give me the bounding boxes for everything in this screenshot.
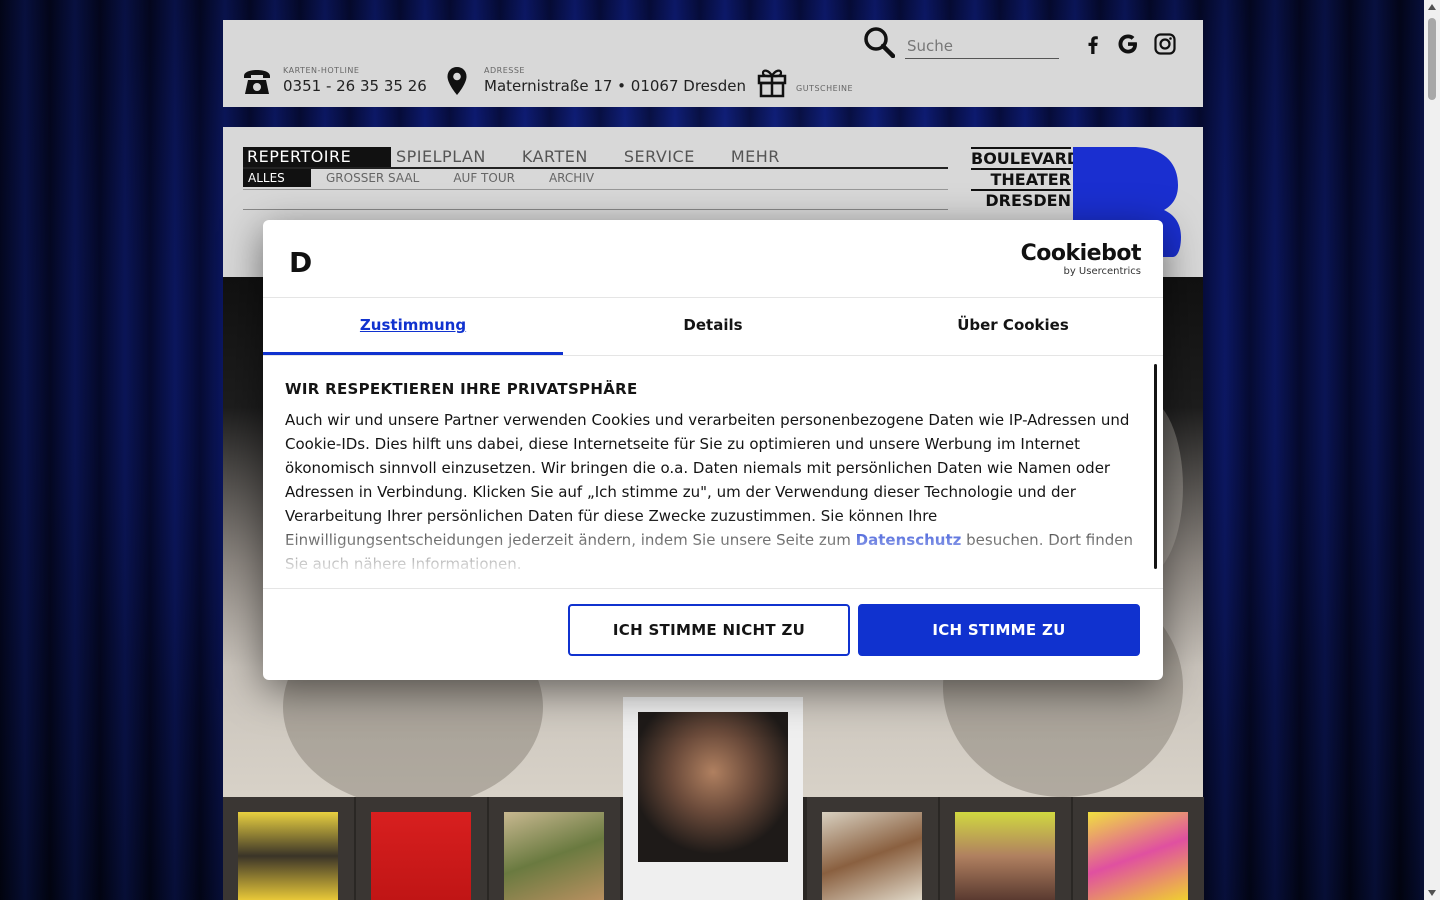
tab-details[interactable]: Details	[563, 298, 863, 355]
instagram-icon[interactable]	[1153, 32, 1177, 56]
dialog-heading: WIR RESPEKTIEREN IHRE PRIVATSPHÄRE	[285, 380, 638, 398]
allow-button[interactable]: ICH STIMME ZU	[858, 604, 1140, 656]
show-tile[interactable]	[356, 797, 487, 900]
facebook-icon[interactable]	[1081, 32, 1105, 56]
vouchers-label[interactable]: GUTSCHEINE	[796, 84, 853, 93]
site-logo-mark: D	[289, 246, 313, 279]
show-tile[interactable]	[940, 797, 1071, 900]
tab-ueber-cookies[interactable]: Über Cookies	[863, 298, 1163, 355]
vouchers-block[interactable]: GUTSCHEINE	[796, 84, 853, 93]
sub-navigation: ALLES GROSSER SAAL AUF TOUR ARCHIV	[243, 169, 948, 190]
show-poster	[955, 812, 1055, 900]
show-poster	[238, 812, 338, 900]
google-icon[interactable]	[1116, 32, 1140, 56]
logo-line-3: DRESDEN	[971, 189, 1071, 210]
dialog-tabs: Zustimmung Details Über Cookies	[263, 298, 1163, 356]
show-poster	[1088, 812, 1188, 900]
featured-show-tile[interactable]	[623, 697, 803, 900]
dialog-header: D Cookiebot by Usercentrics	[263, 220, 1163, 298]
telephone-icon	[244, 70, 270, 94]
scrollbar-thumb[interactable]	[1428, 18, 1436, 100]
show-thumbnails-strip	[223, 697, 1204, 900]
nav-item-spielplan[interactable]: SPIELPLAN	[392, 147, 490, 167]
dialog-body[interactable]: WIR RESPEKTIEREN IHRE PRIVATSPHÄRE Auch …	[263, 356, 1163, 586]
show-poster	[822, 812, 922, 900]
scroll-down-arrow-icon[interactable]	[1428, 890, 1436, 896]
featured-show-portrait	[638, 712, 788, 862]
cookiebot-logo[interactable]: Cookiebot by Usercentrics	[1020, 241, 1142, 278]
dialog-text: Auch wir und unsere Partner verwenden Co…	[285, 408, 1133, 576]
subnav-item-grosser-saal[interactable]: GROSSER SAAL	[321, 169, 424, 187]
show-tile[interactable]	[807, 797, 938, 900]
dialog-footer: ICH STIMME NICHT ZU ICH STIMME ZU	[263, 588, 1163, 680]
cookiebot-name: Cookiebot	[1020, 241, 1142, 266]
subnav-item-alles[interactable]: ALLES	[243, 169, 311, 187]
location-pin-icon	[447, 67, 467, 95]
deny-button[interactable]: ICH STIMME NICHT ZU	[568, 604, 850, 656]
address-value: Maternistraße 17 • 01067 Dresden	[484, 77, 746, 95]
dialog-text-main: Auch wir und unsere Partner verwenden Co…	[285, 411, 1130, 549]
privacy-link[interactable]: Datenschutz	[856, 531, 962, 549]
address-block: ADRESSE Maternistraße 17 • 01067 Dresden	[484, 66, 746, 95]
nav-divider	[243, 209, 948, 210]
show-tile[interactable]	[1073, 797, 1204, 900]
search-input[interactable]	[905, 34, 1059, 59]
tab-zustimmung[interactable]: Zustimmung	[263, 298, 563, 355]
nav-item-karten[interactable]: KARTEN	[518, 147, 592, 167]
dialog-scrollbar[interactable]	[1154, 364, 1157, 569]
page-scrollbar[interactable]	[1424, 0, 1440, 900]
logo-line-1: BOULEVARD	[971, 147, 1081, 168]
logo-line-2: THEATER	[971, 168, 1071, 189]
address-label: ADRESSE	[484, 66, 525, 75]
subnav-item-archiv[interactable]: ARCHIV	[544, 169, 599, 187]
search-icon[interactable]	[863, 26, 895, 58]
show-poster	[504, 812, 604, 900]
scroll-up-arrow-icon[interactable]	[1428, 4, 1436, 10]
hotline-block: KARTEN-HOTLINE 0351 - 26 35 35 26	[283, 66, 427, 95]
show-poster	[371, 812, 471, 900]
subnav-item-auf-tour[interactable]: AUF TOUR	[448, 169, 520, 187]
hotline-label: KARTEN-HOTLINE	[283, 66, 360, 75]
cookiebot-by: by Usercentrics	[1063, 266, 1141, 277]
cookie-consent-dialog: D Cookiebot by Usercentrics Zustimmung D…	[263, 220, 1163, 680]
top-info-bar: KARTEN-HOTLINE 0351 - 26 35 35 26 ADRESS…	[223, 20, 1203, 107]
show-tile[interactable]	[489, 797, 620, 900]
nav-item-service[interactable]: SERVICE	[620, 147, 699, 167]
nav-item-repertoire[interactable]: REPERTOIRE	[243, 147, 391, 167]
gift-icon[interactable]	[756, 64, 788, 98]
hotline-number[interactable]: 0351 - 26 35 35 26	[283, 77, 427, 95]
nav-item-mehr[interactable]: MEHR	[727, 147, 784, 167]
main-navigation: REPERTOIRE SPIELPLAN KARTEN SERVICE MEHR	[243, 147, 948, 169]
show-tile[interactable]	[223, 797, 354, 900]
